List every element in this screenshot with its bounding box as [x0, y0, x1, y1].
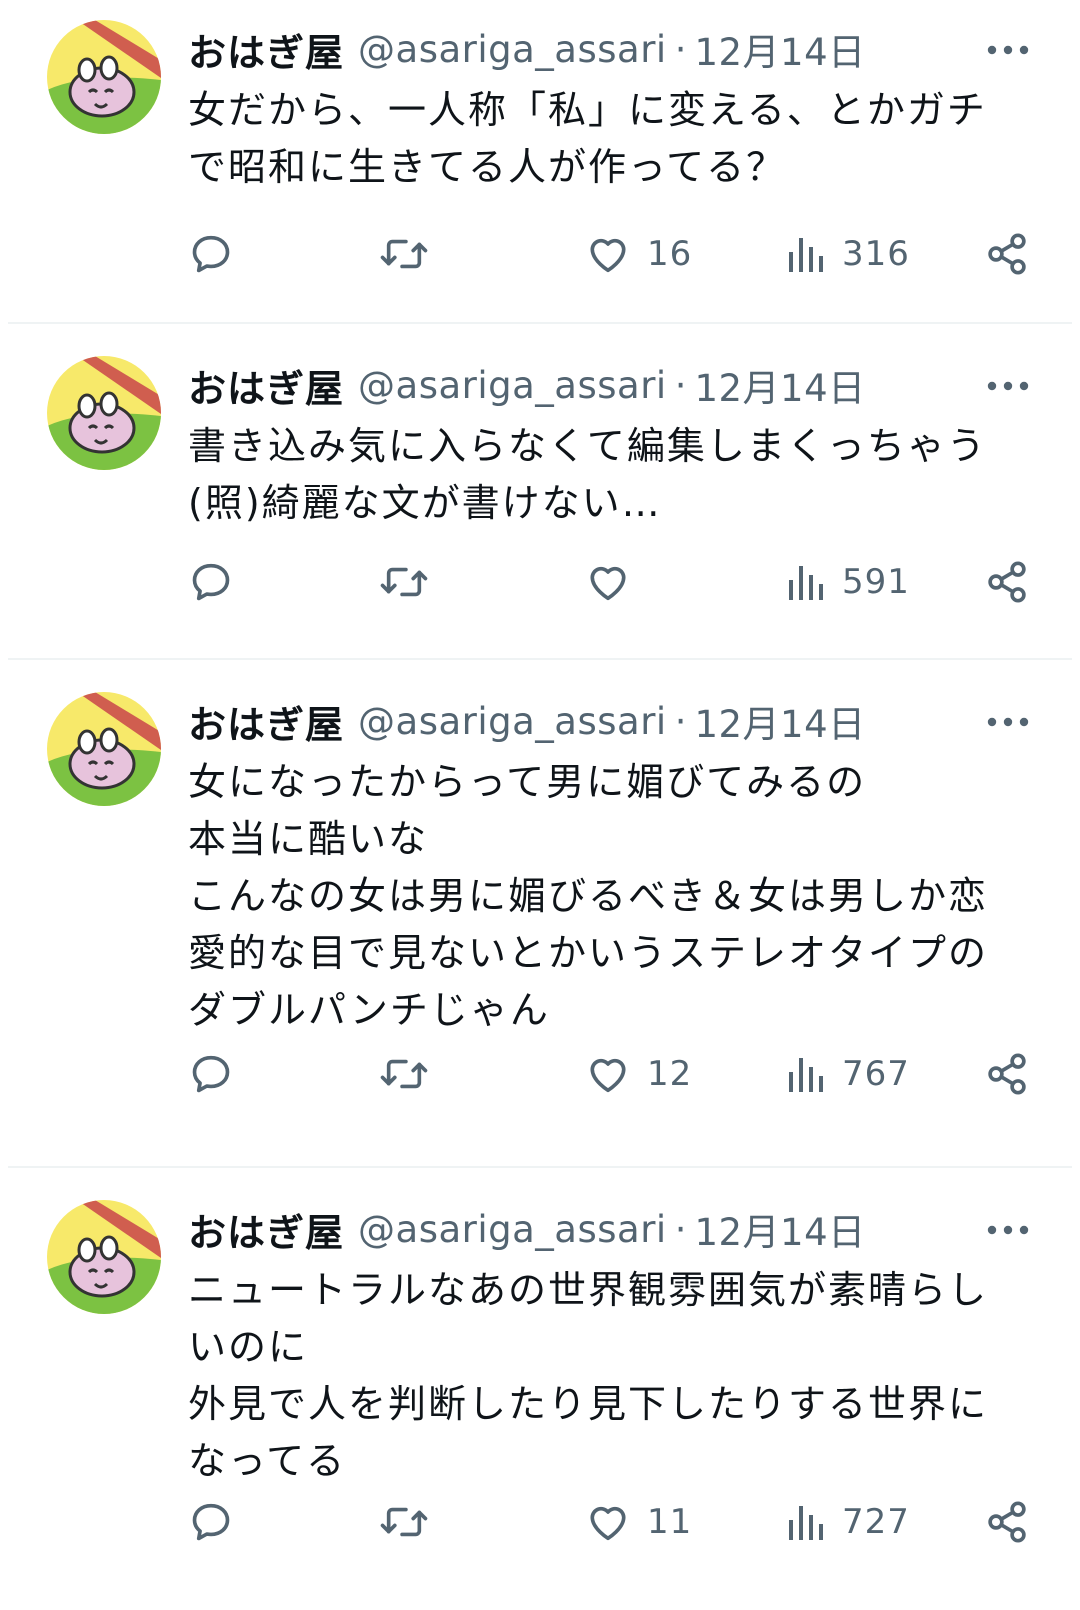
- share-nodes-icon: [988, 561, 1026, 603]
- views-button[interactable]: 767: [786, 1046, 910, 1102]
- share-button[interactable]: [985, 1494, 1029, 1550]
- ellipsis-icon: [987, 381, 1029, 391]
- share-nodes-icon: [988, 1501, 1026, 1543]
- share-button[interactable]: [985, 554, 1029, 610]
- separator-dot: ·: [674, 699, 687, 743]
- post-text: 女だから、一人称「私」に変える、とかガチ で昭和に生きてる人が作ってる？: [188, 88, 987, 189]
- author-handle[interactable]: @asariga_assari: [358, 28, 667, 71]
- bar-chart-icon: [789, 1058, 823, 1092]
- post-divider: [8, 658, 1072, 660]
- share-nodes-icon: [988, 1053, 1026, 1095]
- repost-arrows-icon: [380, 239, 428, 269]
- repost-arrows-icon: [380, 1507, 428, 1537]
- repost-button[interactable]: [378, 226, 430, 282]
- ellipsis-icon: [987, 717, 1029, 727]
- avatar-image-icon: [47, 692, 161, 806]
- timeline-feed: おはぎ屋 @asariga_assari · 12月14日 女だから、一人称「私…: [0, 0, 1080, 1610]
- reply-button[interactable]: [188, 1046, 234, 1102]
- repost-arrows-icon: [380, 567, 428, 597]
- like-button[interactable]: [585, 554, 647, 610]
- views-button[interactable]: 316: [786, 226, 910, 282]
- post-header: おはぎ屋 @asariga_assari · 12月14日: [188, 358, 1030, 412]
- post-text: 書き込み気に入らなくて編集しまくっちゃう (照)綺麗な文が書けない…: [188, 424, 987, 525]
- post-date[interactable]: 12月14日: [694, 1202, 865, 1256]
- like-count: 12: [647, 1054, 693, 1094]
- views-button[interactable]: 591: [786, 554, 910, 610]
- post[interactable]: おはぎ屋 @asariga_assari · 12月14日 女だから、一人称「私…: [0, 0, 1080, 315]
- post-date[interactable]: 12月14日: [694, 358, 865, 412]
- author-handle[interactable]: @asariga_assari: [358, 364, 667, 407]
- like-button[interactable]: 12: [585, 1046, 692, 1102]
- share-button[interactable]: [985, 1046, 1029, 1102]
- post[interactable]: おはぎ屋 @asariga_assari · 12月14日 女になったからって男…: [0, 672, 1080, 1162]
- reply-button[interactable]: [188, 226, 234, 282]
- reply-button[interactable]: [188, 1494, 234, 1550]
- author-name[interactable]: おはぎ屋: [188, 694, 344, 749]
- heart-icon: [590, 238, 626, 273]
- heart-icon: [590, 566, 626, 601]
- like-button[interactable]: 11: [585, 1494, 692, 1550]
- like-count: 11: [647, 1502, 693, 1542]
- bar-chart-icon: [789, 1506, 823, 1540]
- author-handle[interactable]: @asariga_assari: [358, 1208, 667, 1251]
- share-button[interactable]: [985, 226, 1029, 282]
- more-options-button[interactable]: [986, 702, 1030, 742]
- post[interactable]: おはぎ屋 @asariga_assari · 12月14日 ニュートラルなあの世…: [0, 1180, 1080, 1610]
- bar-chart-icon: [789, 238, 823, 272]
- speech-bubble-icon: [192, 563, 230, 601]
- like-count: 16: [647, 234, 693, 274]
- repost-button[interactable]: [378, 1046, 430, 1102]
- post-text: 女になったからって男に媚びてみるの 本当に酷いな こんなの女は男に媚びるべき＆女…: [188, 760, 989, 1032]
- avatar[interactable]: [47, 356, 161, 470]
- avatar-image-icon: [47, 20, 161, 134]
- author-handle[interactable]: @asariga_assari: [358, 700, 667, 743]
- author-name[interactable]: おはぎ屋: [188, 1202, 344, 1257]
- ellipsis-icon: [987, 45, 1029, 55]
- post-divider: [8, 322, 1072, 324]
- bar-chart-icon: [789, 566, 823, 600]
- view-count: 767: [842, 1054, 910, 1094]
- speech-bubble-icon: [192, 1055, 230, 1093]
- action-bar: 16 316: [188, 226, 1026, 282]
- post-date[interactable]: 12月14日: [694, 694, 865, 748]
- action-bar: 12 767: [188, 1046, 1026, 1102]
- author-name[interactable]: おはぎ屋: [188, 358, 344, 413]
- heart-icon: [590, 1506, 626, 1541]
- action-bar: 591: [188, 554, 1026, 610]
- author-name[interactable]: おはぎ屋: [188, 22, 344, 77]
- like-button[interactable]: 16: [585, 226, 692, 282]
- post-header: おはぎ屋 @asariga_assari · 12月14日: [188, 1202, 1030, 1256]
- avatar[interactable]: [47, 692, 161, 806]
- repost-button[interactable]: [378, 554, 430, 610]
- speech-bubble-icon: [192, 235, 230, 273]
- post-date[interactable]: 12月14日: [694, 22, 865, 76]
- post-text: ニュートラルなあの世界観雰囲気が素晴らし いのに 外見で人を判断したり見下したり…: [188, 1268, 989, 1483]
- post-divider: [8, 1166, 1072, 1168]
- views-button[interactable]: 727: [786, 1494, 910, 1550]
- more-options-button[interactable]: [986, 1210, 1030, 1250]
- action-bar: 11 727: [188, 1494, 1026, 1550]
- share-nodes-icon: [988, 233, 1026, 275]
- heart-icon: [590, 1058, 626, 1093]
- view-count: 591: [842, 562, 910, 602]
- post-header: おはぎ屋 @asariga_assari · 12月14日: [188, 694, 1030, 748]
- post-header: おはぎ屋 @asariga_assari · 12月14日: [188, 22, 1030, 76]
- post[interactable]: おはぎ屋 @asariga_assari · 12月14日 書き込み気に入らなく…: [0, 336, 1080, 651]
- ellipsis-icon: [987, 1225, 1029, 1235]
- avatar-image-icon: [47, 356, 161, 470]
- repost-arrows-icon: [380, 1059, 428, 1089]
- separator-dot: ·: [674, 363, 687, 407]
- separator-dot: ·: [674, 1207, 687, 1251]
- more-options-button[interactable]: [986, 30, 1030, 70]
- separator-dot: ·: [674, 27, 687, 71]
- view-count: 316: [842, 234, 910, 274]
- more-options-button[interactable]: [986, 366, 1030, 406]
- view-count: 727: [842, 1502, 910, 1542]
- repost-button[interactable]: [378, 1494, 430, 1550]
- reply-button[interactable]: [188, 554, 234, 610]
- avatar[interactable]: [47, 20, 161, 134]
- avatar-image-icon: [47, 1200, 161, 1314]
- avatar[interactable]: [47, 1200, 161, 1314]
- speech-bubble-icon: [192, 1503, 230, 1541]
